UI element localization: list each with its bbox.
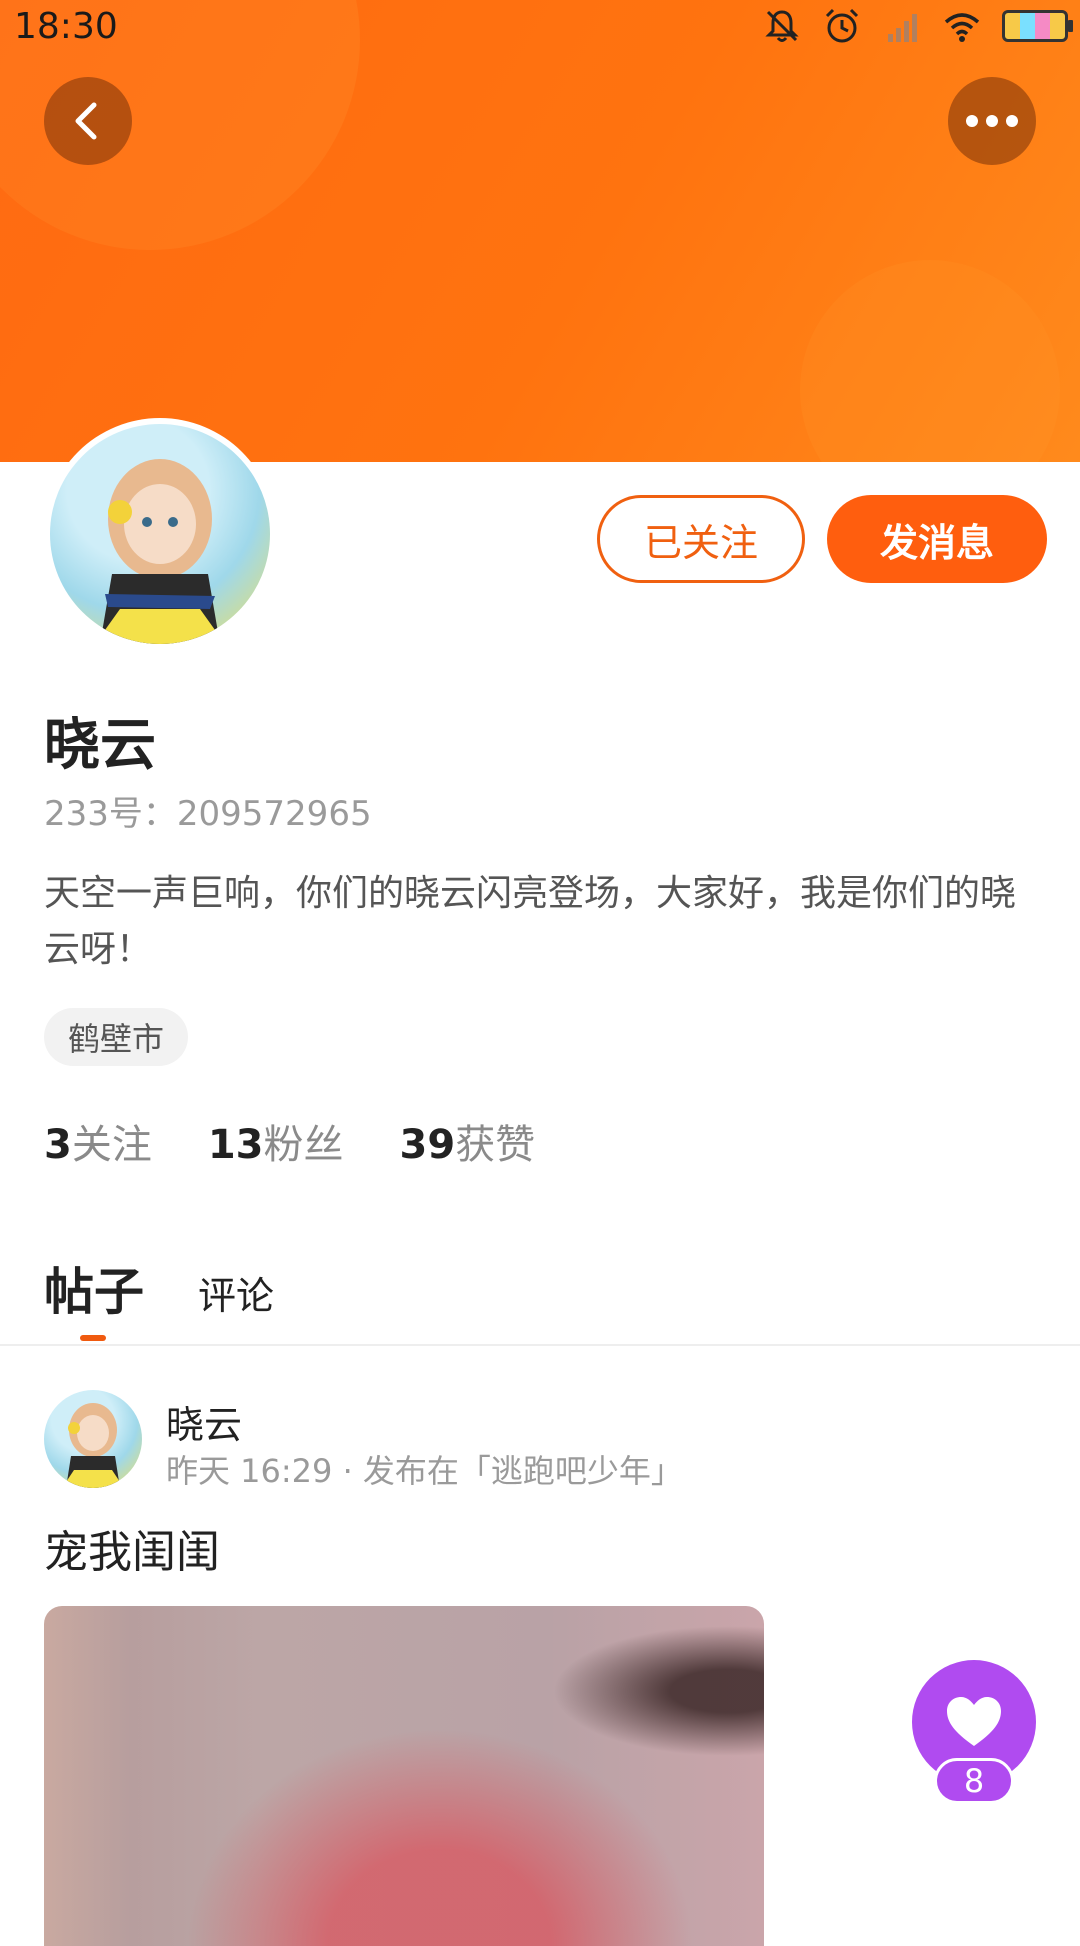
stat-label: 关注 [71, 1122, 152, 1168]
stat-followers[interactable]: 13粉丝 [208, 1112, 344, 1170]
signal-icon [888, 14, 917, 42]
post-title[interactable]: 宠我闺闺 [44, 1516, 220, 1580]
avatar-illustration [95, 459, 225, 644]
mute-bell-icon [765, 10, 799, 42]
profile-bio: 天空一声巨响，你们的晓云闪亮登场，大家好，我是你们的晓云呀！ [44, 873, 1017, 970]
stat-number: 13 [207, 1122, 264, 1168]
alarm-icon [825, 8, 859, 43]
stat-label: 获赞 [455, 1122, 536, 1168]
tab-comments[interactable]: 评论 [198, 1265, 274, 1324]
profile-banner [0, 0, 1080, 462]
send-message-button[interactable]: 发消息 [827, 495, 1047, 583]
profile-name: 晓云 [44, 713, 156, 778]
post-meta: 昨天 16:29 · 发布在「逃跑吧少年」 [166, 1452, 683, 1490]
stat-label: 粉丝 [263, 1122, 344, 1168]
status-time: 18:30 [14, 6, 118, 47]
profile-avatar[interactable] [44, 418, 276, 650]
location-tag[interactable]: 鹤壁市 [44, 1008, 189, 1066]
wifi-icon [944, 13, 980, 42]
avatar-illustration [62, 1403, 124, 1488]
like-count: 8 [934, 1758, 1014, 1804]
post-author-avatar[interactable] [44, 1390, 142, 1488]
more-dots-icon [966, 115, 1018, 127]
followed-button[interactable]: 已关注 [597, 495, 805, 583]
stat-likes[interactable]: 39获赞 [400, 1112, 536, 1170]
more-options-button[interactable] [948, 77, 1036, 165]
tab-indicator [80, 1335, 106, 1341]
heart-icon [947, 1697, 1001, 1746]
profile-stats: 3关注 13粉丝 39获赞 [44, 1112, 535, 1170]
stat-number: 39 [399, 1122, 456, 1168]
status-bar: 18:30 [0, 0, 1080, 56]
back-button[interactable] [44, 77, 132, 165]
profile-id: 233号：209572965 [44, 794, 372, 834]
stat-number: 3 [44, 1122, 72, 1168]
banner-decoration [800, 260, 1060, 462]
chevron-left-icon [75, 102, 97, 140]
tab-posts[interactable]: 帖子 [44, 1252, 144, 1324]
battery-icon [1002, 10, 1073, 42]
stat-following[interactable]: 3关注 [44, 1112, 152, 1170]
post-image[interactable] [44, 1606, 764, 1946]
post-author-name[interactable]: 晓云 [166, 1394, 242, 1449]
content-tabs: 帖子 评论 [44, 1252, 274, 1324]
divider [0, 1344, 1080, 1346]
